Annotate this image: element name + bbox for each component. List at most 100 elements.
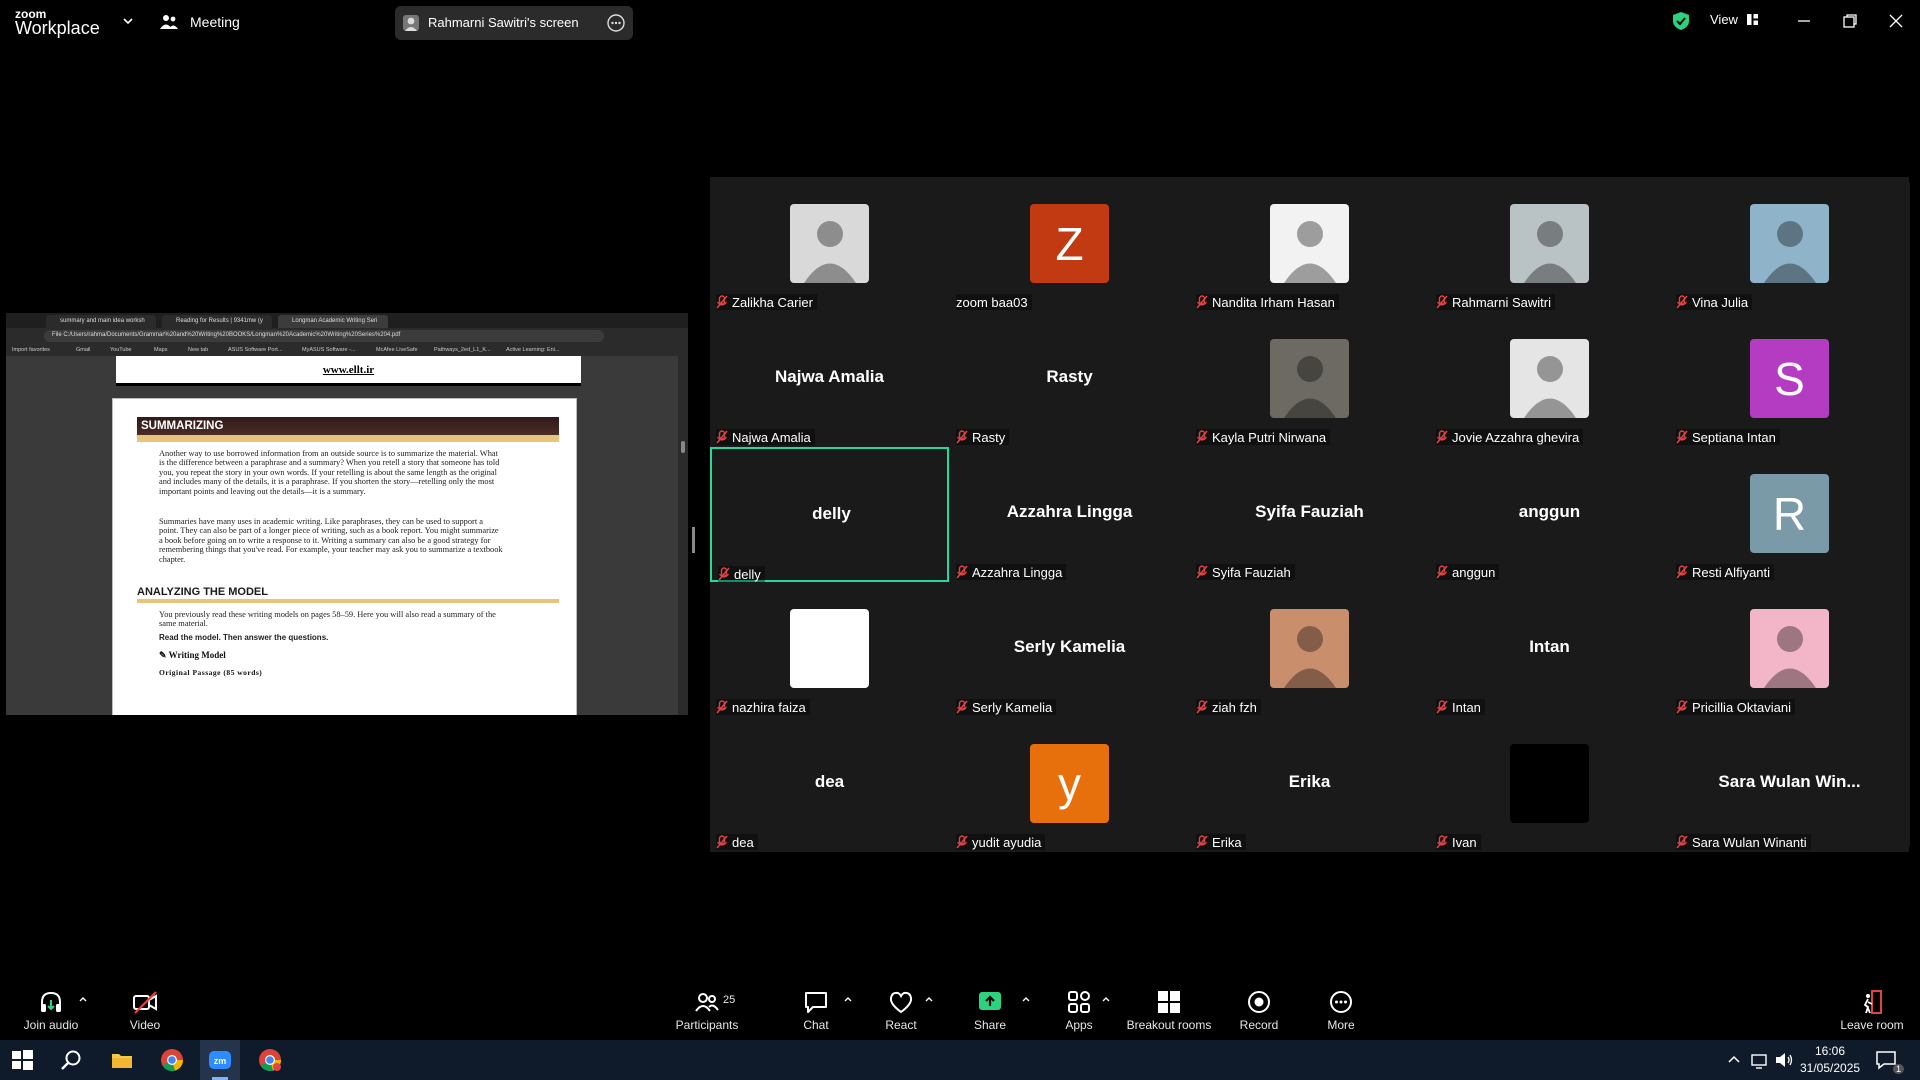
participant-tile[interactable]: Najwa Amalia Najwa Amalia (710, 312, 949, 447)
shared-screen[interactable]: summary and main idea worksh Reading for… (6, 313, 688, 715)
participant-tile[interactable]: Rasty Rasty (950, 312, 1189, 447)
leave-room-button[interactable]: Leave room (1836, 980, 1908, 1040)
participant-tile[interactable]: R Resti Alfiyanti (1670, 447, 1909, 582)
chrome-icon[interactable] (160, 1048, 184, 1072)
participant-display-name: Serly Kamelia (1013, 637, 1126, 656)
file-explorer-icon[interactable] (110, 1048, 134, 1072)
person-silhouette-icon (1524, 356, 1576, 418)
participant-tile[interactable]: y yudit ayudia (950, 717, 1189, 852)
participant-display-name: anggun (1518, 502, 1581, 521)
bookmark-item[interactable]: MyASUS Software -... (302, 347, 356, 353)
mic-muted-icon (1196, 835, 1208, 849)
participant-tile[interactable]: Sara Wulan Win... Sara Wulan Winanti (1670, 717, 1909, 852)
profile-photo (790, 204, 869, 283)
bookmark-item[interactable]: ASUS Software Port... (228, 347, 282, 353)
participant-tile[interactable]: Ivan (1430, 717, 1669, 852)
mic-muted-icon (1676, 565, 1688, 579)
restore-icon[interactable] (1841, 12, 1859, 30)
meeting-menu[interactable]: Meeting (160, 10, 240, 34)
chevron-up-icon[interactable] (924, 994, 934, 1004)
scrollbar-thumb[interactable] (681, 441, 685, 453)
bookmark-item[interactable]: Gmail (76, 347, 90, 353)
participant-tile[interactable]: Rahmarni Sawitri (1430, 177, 1669, 312)
pdf-scrollbar[interactable] (678, 356, 688, 715)
participants-button[interactable]: Participants (672, 980, 742, 1040)
windows-start-icon[interactable] (10, 1048, 34, 1072)
participant-tile[interactable]: Intan Intan (1430, 582, 1669, 717)
participant-tile[interactable]: Jovie Azzahra ghevira (1430, 312, 1669, 447)
title-bar: zoom Workplace Meeting Rahmarni Sawitri'… (0, 0, 1920, 44)
bookmark-item[interactable]: Maps (154, 347, 167, 353)
participant-tile[interactable]: Zalikha Carier (710, 177, 949, 312)
taskbar-zoom-active[interactable]: zm (200, 1040, 240, 1080)
mic-muted-icon (716, 700, 728, 714)
record-button[interactable]: Record (1234, 980, 1284, 1040)
encryption-shield-icon[interactable] (1672, 11, 1690, 31)
network-icon[interactable] (1750, 1048, 1770, 1072)
view-button[interactable]: View (1710, 12, 1758, 27)
participant-name-tag: Pricillia Oktaviani (1676, 699, 1795, 715)
browser-tab[interactable]: summary and main idea worksh (46, 315, 156, 328)
bookmark-item[interactable]: YouTube (110, 347, 132, 353)
taskbar-clock[interactable]: 16:06 31/05/2025 (1800, 1043, 1860, 1077)
screen-share-indicator[interactable]: Rahmarni Sawitri's screen (395, 6, 633, 40)
participant-tile[interactable]: delly delly (710, 447, 949, 582)
screen-share-label: Rahmarni Sawitri's screen (428, 15, 579, 30)
breakout-rooms-button[interactable]: Breakout rooms (1126, 980, 1212, 1040)
participant-name: anggun (1452, 564, 1496, 580)
share-button[interactable]: Share (966, 980, 1014, 1040)
participant-tile[interactable]: Kayla Putri Nirwana (1190, 312, 1429, 447)
chrome-profile-icon[interactable] (258, 1048, 282, 1072)
bookmark-item[interactable]: McAfee LiveSafe (376, 347, 418, 353)
person-silhouette-icon (1284, 356, 1336, 418)
chat-button[interactable]: Chat (796, 980, 836, 1040)
mic-muted-icon (1676, 700, 1688, 714)
more-options-icon[interactable] (607, 14, 625, 32)
bookmark-item[interactable]: Pathways_2ed_L1_K... (434, 347, 491, 353)
initial-avatar: R (1750, 474, 1829, 553)
participant-tile[interactable]: Vina Julia (1670, 177, 1909, 312)
pdf-viewer[interactable]: www.ellt.ir SUMMARIZING Another way to u… (6, 356, 688, 715)
more-button[interactable]: More (1320, 980, 1362, 1040)
participant-tile[interactable]: S Septiana Intan (1670, 312, 1909, 447)
search-icon[interactable] (60, 1048, 84, 1072)
participant-name-tag: Azzahra Lingga (956, 564, 1067, 580)
participant-tile[interactable]: Nandita Irham Hasan (1190, 177, 1429, 312)
chevron-down-icon[interactable] (121, 14, 135, 28)
react-button[interactable]: React (880, 980, 922, 1040)
participant-name-tag: ziah fzh (1196, 699, 1261, 715)
participant-name-tag: anggun (1436, 564, 1500, 580)
initial-avatar: S (1750, 339, 1829, 418)
chevron-up-icon[interactable] (1021, 994, 1031, 1004)
close-icon[interactable] (1887, 12, 1905, 30)
participant-tile[interactable]: dea dea (710, 717, 949, 852)
original-passage-label: Original Passage (85 words) (159, 668, 263, 677)
minimize-icon[interactable] (1795, 12, 1813, 30)
participant-tile[interactable]: Syifa Fauziah Syifa Fauziah (1190, 447, 1429, 582)
participant-name: zoom baa03 (956, 294, 1028, 310)
chevron-up-icon[interactable] (1726, 1048, 1742, 1072)
participant-tile[interactable]: Zzoom baa03 (950, 177, 1189, 312)
volume-icon[interactable] (1774, 1048, 1794, 1072)
chevron-up-icon[interactable] (1101, 994, 1111, 1004)
participant-tile[interactable]: nazhira faiza (710, 582, 949, 717)
bookmark-item[interactable]: Import favorites (12, 347, 50, 353)
participant-tile[interactable]: Pricillia Oktaviani (1670, 582, 1909, 717)
video-button[interactable]: Video (120, 980, 170, 1040)
apps-button[interactable]: Apps (1058, 980, 1100, 1040)
chevron-up-icon[interactable] (78, 994, 88, 1004)
browser-tab[interactable]: Reading for Results | 9341mw (y (162, 315, 272, 328)
zoom-workplace-logo[interactable]: zoom Workplace (15, 7, 100, 38)
participant-tile[interactable]: Serly Kamelia Serly Kamelia (950, 582, 1189, 717)
bookmark-item[interactable]: New tab (188, 347, 208, 353)
participant-tile[interactable]: anggun anggun (1430, 447, 1669, 582)
participant-tile[interactable]: ziah fzh (1190, 582, 1429, 717)
participant-tile[interactable]: Erika Erika (1190, 717, 1429, 852)
chevron-up-icon[interactable] (843, 994, 853, 1004)
participant-tile[interactable]: Azzahra Lingga Azzahra Lingga (950, 447, 1189, 582)
bookmark-item[interactable]: Active Learning: Eni... (506, 347, 560, 353)
split-view-handle[interactable] (692, 527, 695, 553)
address-bar[interactable]: File C:/Users/rahma/Documents/Grammar%20… (44, 330, 604, 342)
join-audio-button[interactable]: Join audio (20, 980, 82, 1040)
browser-tab-active[interactable]: Longman Academic Writing Seri (278, 315, 388, 328)
